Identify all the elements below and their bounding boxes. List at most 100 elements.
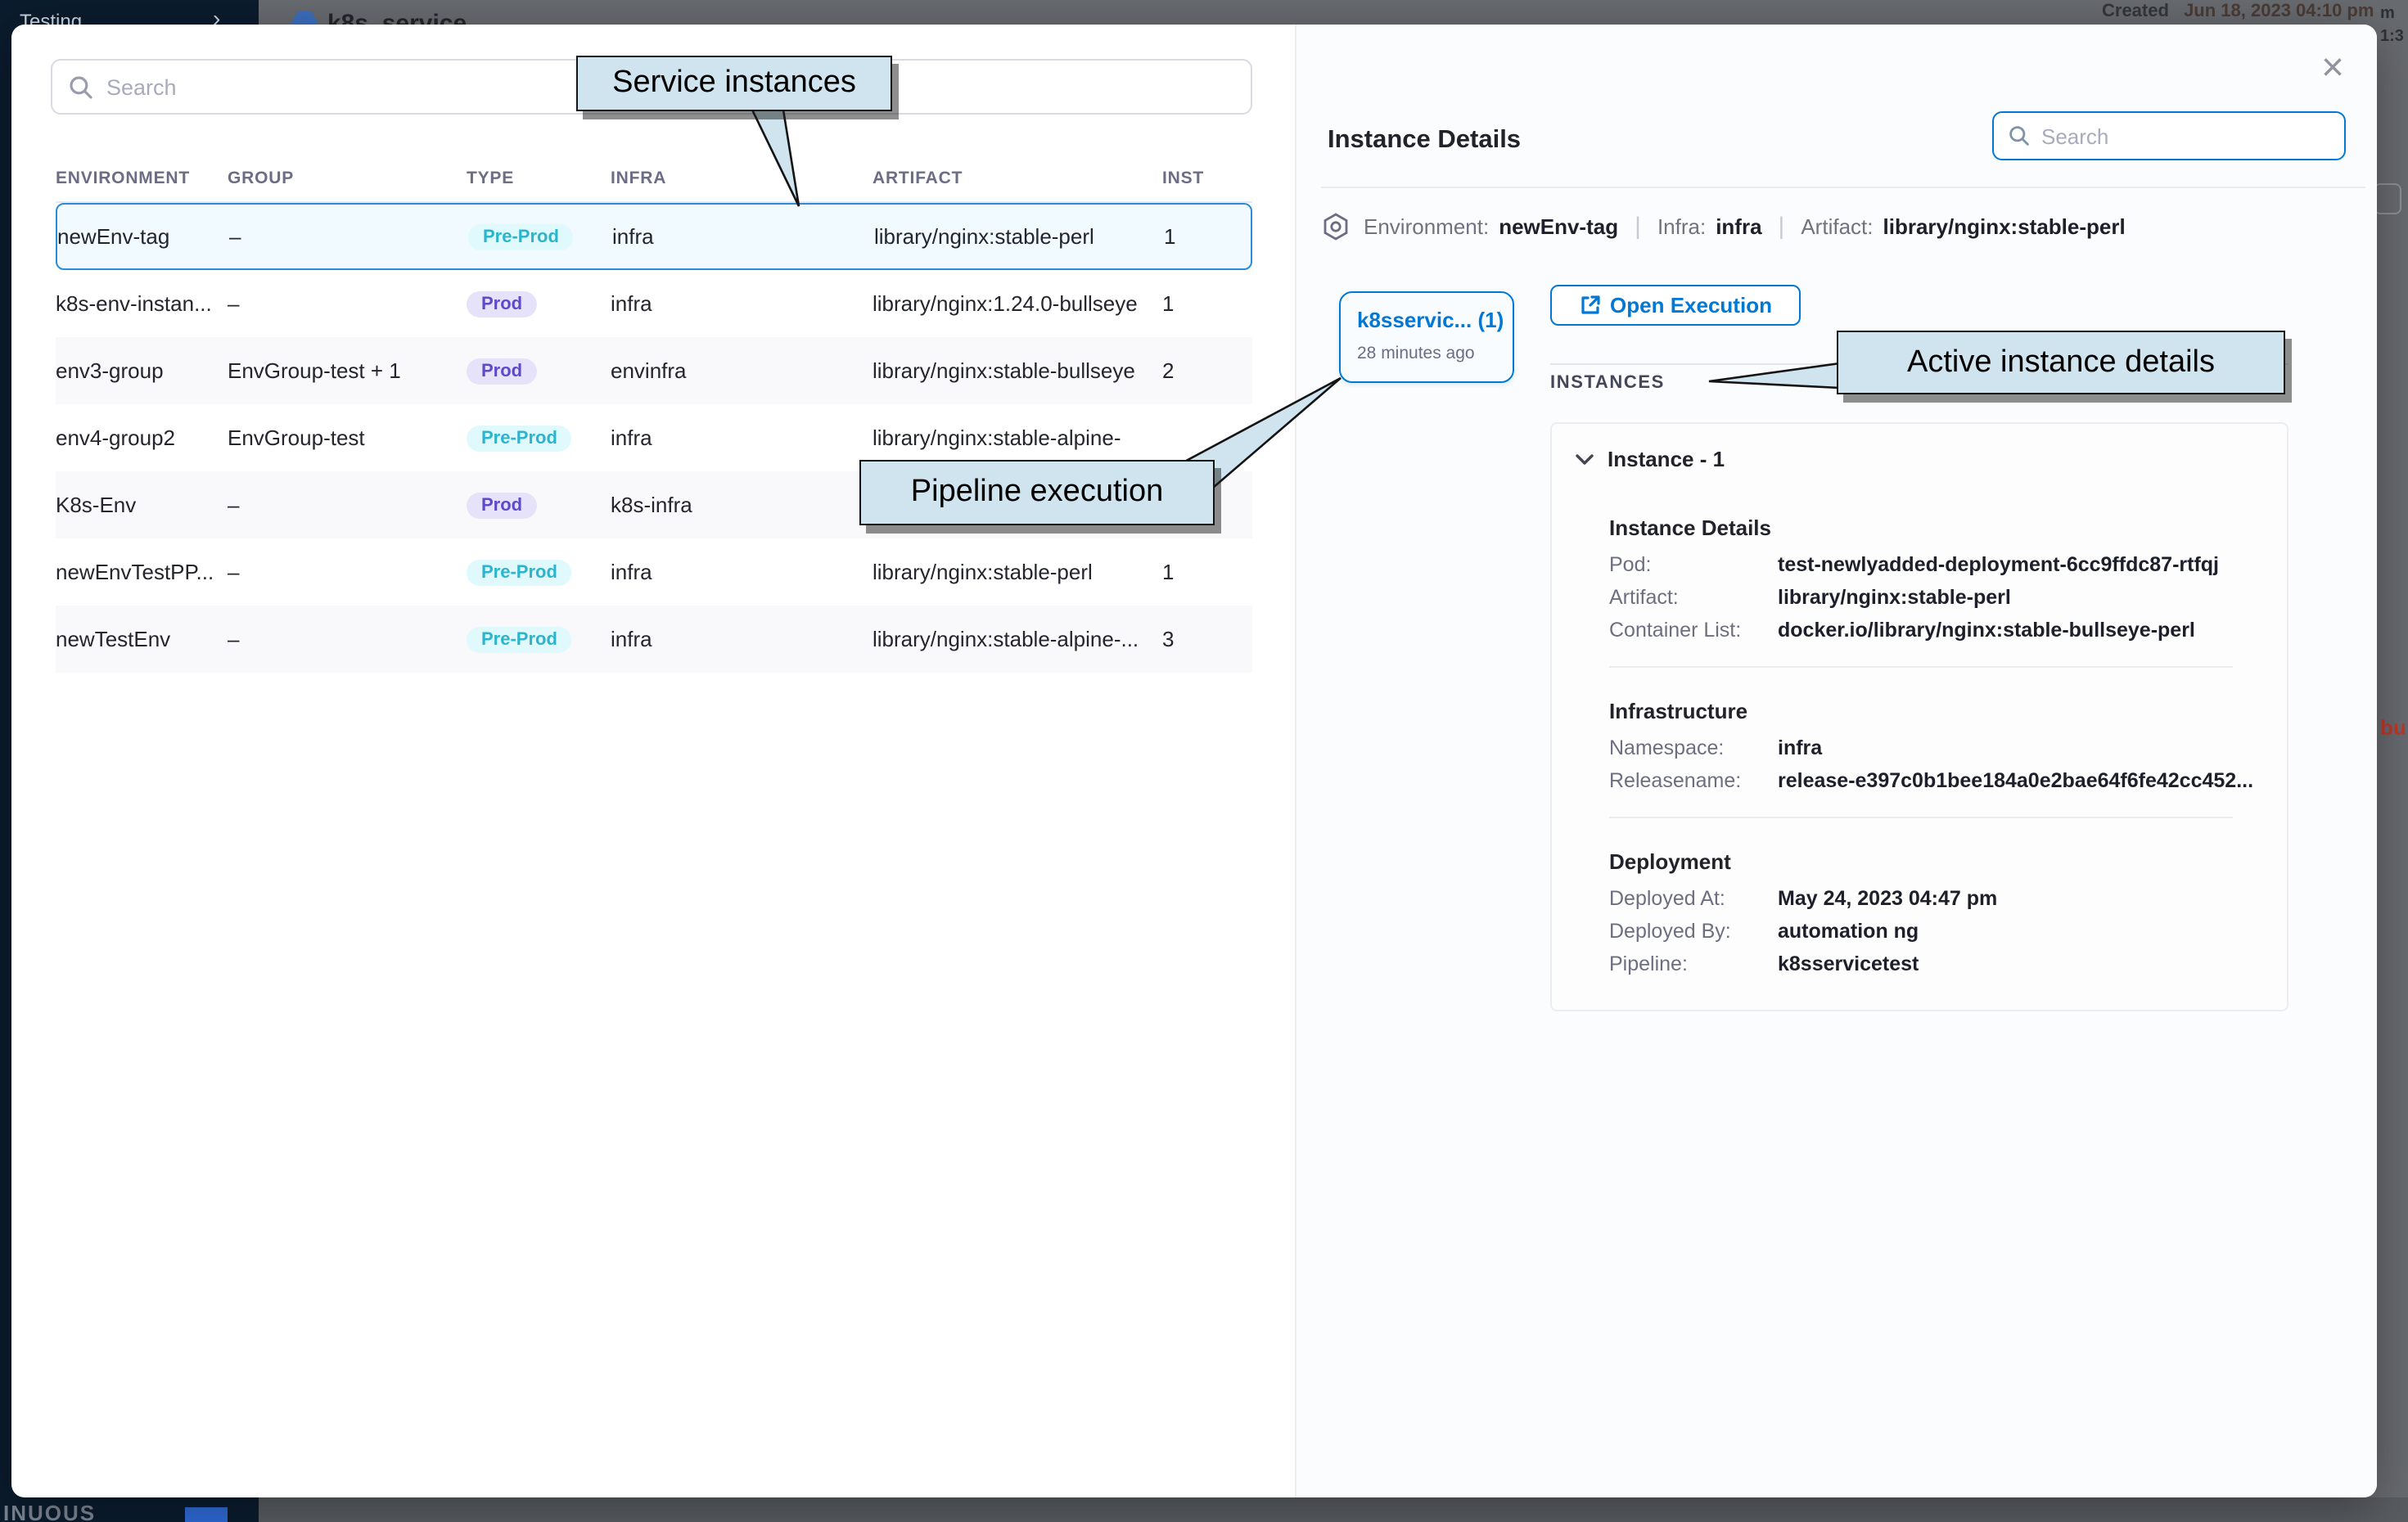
deployed-at-value: May 24, 2023 04:47 pm [1778, 887, 1997, 910]
edge-text-fragment: m [2380, 5, 2395, 23]
cell-group: – [228, 560, 467, 584]
instance-search-box[interactable] [1992, 111, 2346, 160]
cell-group: EnvGroup-test [228, 426, 467, 450]
table-row[interactable]: k8s-env-instan...–Prodinfralibrary/nginx… [56, 270, 1252, 337]
divider [1609, 666, 2233, 668]
deployed-at-label: Deployed At: [1609, 887, 1778, 910]
bottom-strip [259, 1497, 2408, 1522]
env-type-badge: Prod [467, 291, 537, 317]
close-icon[interactable]: × [2310, 47, 2356, 93]
divider [1609, 817, 2233, 818]
cell-type: Pre-Prod [467, 424, 611, 452]
cell-environment: k8s-env-instan... [56, 291, 228, 316]
cell-artifact: library/nginx:stable-perl [874, 224, 1164, 249]
cell-inst: 1 [1162, 291, 1252, 316]
instances-table-body: newEnv-tag–Pre-Prodinfralibrary/nginx:st… [56, 203, 1252, 673]
cell-infra: infra [611, 291, 873, 316]
edge-text-fragment: 1:3 [2380, 28, 2404, 46]
instance-accordion-toggle[interactable]: Instance - 1 [1575, 447, 1725, 471]
environment-value: newEnv-tag [1499, 214, 1618, 239]
panel-title: Instance Details [1328, 126, 1521, 155]
instance-details-heading: Instance Details [1609, 516, 1771, 540]
col-group: GROUP [228, 168, 467, 187]
service-instances-modal: × ENVIRONMENT GROUP TYPE INFRA ARTIFACT … [11, 25, 2377, 1497]
instance-accordion-card: Instance - 1 Instance Details Pod: test-… [1550, 422, 2289, 1011]
pipeline-row: Pipeline: k8sservicetest [1609, 952, 1919, 975]
cell-type: Pre-Prod [467, 625, 611, 653]
table-row[interactable]: env3-groupEnvGroup-test + 1Prodenvinfral… [56, 337, 1252, 404]
edge-button-fragment [2374, 183, 2401, 214]
open-execution-label: Open Execution [1610, 293, 1772, 317]
infrastructure-heading: Infrastructure [1609, 699, 1747, 723]
sidebar-bottom-label: INUOUS [3, 1501, 96, 1522]
pipeline-label: Pipeline: [1609, 952, 1778, 975]
cell-group: – [228, 627, 467, 651]
search-icon [2009, 124, 2030, 147]
separator: | [1635, 213, 1641, 241]
pod-value: test-newlyadded-deployment-6cc9ffdc87-rt… [1778, 553, 2219, 576]
cell-artifact: library/nginx:stable-alpine-... [873, 627, 1162, 651]
created-value: Jun 18, 2023 04:10 pm [2184, 2, 2374, 21]
cell-infra: infra [611, 560, 873, 584]
cell-type: Pre-Prod [467, 558, 611, 586]
deployed-at-row: Deployed At: May 24, 2023 04:47 pm [1609, 887, 1997, 910]
col-inst: INST [1162, 168, 1252, 187]
container-list-label: Container List: [1609, 619, 1778, 642]
artifact-row: Artifact: library/nginx:stable-perl [1609, 586, 2011, 609]
deployment-heading: Deployment [1609, 849, 1731, 874]
infra-value: infra [1716, 214, 1761, 239]
cell-group: – [228, 493, 467, 517]
cell-environment: K8s-Env [56, 493, 228, 517]
pipeline-value: k8sservicetest [1778, 952, 1919, 975]
namespace-label: Namespace: [1609, 736, 1778, 759]
cell-environment: env4-group2 [56, 426, 228, 450]
external-link-icon [1579, 295, 1600, 316]
artifact-value: library/nginx:stable-perl [1778, 586, 2011, 609]
cell-artifact: library/nginx:stable-alpine- [873, 426, 1162, 450]
cell-environment: newEnvTestPP... [56, 560, 228, 584]
screen: Testing › k8s_service Created Jun 18, 20… [0, 0, 2408, 1522]
cell-inst: 3 [1162, 627, 1252, 651]
cell-infra: infra [612, 224, 874, 249]
col-environment: ENVIRONMENT [56, 168, 228, 187]
service-instances-table: ENVIRONMENT GROUP TYPE INFRA ARTIFACT IN… [56, 154, 1252, 673]
env-type-badge: Pre-Prod [467, 560, 572, 586]
instance-summary-row: Environment: newEnv-tag | Infra: infra |… [1323, 213, 2126, 241]
col-type: TYPE [467, 168, 611, 187]
table-row[interactable]: newTestEnv–Pre-Prodinfralibrary/nginx:st… [56, 606, 1252, 673]
namespace-row: Namespace: infra [1609, 736, 1822, 759]
cell-type: Prod [467, 357, 611, 385]
container-list-value: docker.io/library/nginx:stable-bullseye-… [1778, 619, 2195, 642]
cell-inst: 1 [1162, 560, 1252, 584]
separator: | [1779, 213, 1785, 241]
callout-service-instances: Service instances [576, 56, 892, 111]
env-type-badge: Pre-Prod [467, 627, 572, 653]
env-type-badge: Prod [467, 358, 537, 385]
callout-active-instance-details: Active instance details [1837, 331, 2285, 394]
cell-artifact: library/nginx:1.24.0-bullseye [873, 291, 1162, 316]
divider [1321, 187, 2365, 188]
table-row[interactable]: newEnv-tag–Pre-Prodinfralibrary/nginx:st… [56, 203, 1252, 270]
deployed-by-row: Deployed By: automation ng [1609, 920, 1919, 943]
instance-search-input[interactable] [2041, 124, 2329, 148]
instances-section-header: INSTANCES [1550, 373, 1665, 393]
pod-row: Pod: test-newlyadded-deployment-6cc9ffdc… [1609, 553, 2219, 576]
pipeline-execution-card[interactable]: k8sservic... (1) 28 minutes ago [1339, 291, 1514, 383]
table-header: ENVIRONMENT GROUP TYPE INFRA ARTIFACT IN… [56, 154, 1252, 203]
created-timestamp: Created Jun 18, 2023 04:10 pm [2102, 2, 2374, 21]
search-icon [69, 74, 93, 99]
environment-icon [1323, 213, 1349, 241]
created-label: Created [2102, 2, 2169, 21]
open-execution-button[interactable]: Open Execution [1550, 285, 1801, 326]
env-type-badge: Pre-Prod [468, 224, 574, 250]
table-row[interactable]: newEnvTestPP...–Pre-Prodinfralibrary/ngi… [56, 538, 1252, 606]
namespace-value: infra [1778, 736, 1822, 759]
cell-infra: infra [611, 426, 873, 450]
edge-text-fragment-red: bu [2380, 715, 2406, 740]
environment-label: Environment: [1364, 214, 1489, 239]
execution-name: k8sservic... (1) [1357, 308, 1496, 332]
cell-type: Prod [467, 491, 611, 519]
cell-inst: 2 [1162, 358, 1252, 383]
artifact-label: Artifact: [1801, 214, 1873, 239]
chevron-down-icon [1575, 453, 1594, 466]
